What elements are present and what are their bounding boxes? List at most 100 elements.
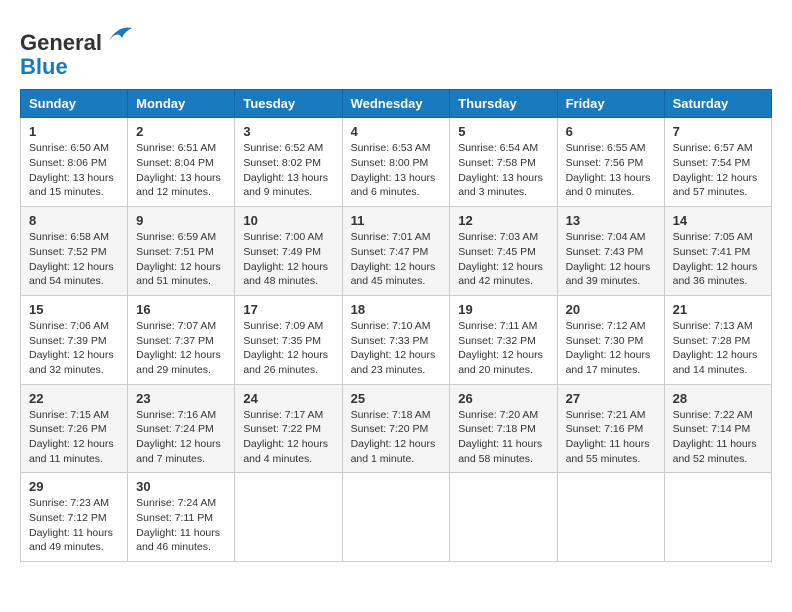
calendar-cell: 4 Sunrise: 6:53 AMSunset: 8:00 PMDayligh… bbox=[342, 118, 450, 207]
day-info: Sunrise: 7:17 AMSunset: 7:22 PMDaylight:… bbox=[243, 408, 333, 467]
day-info: Sunrise: 7:20 AMSunset: 7:18 PMDaylight:… bbox=[458, 408, 548, 467]
calendar-cell: 10 Sunrise: 7:00 AMSunset: 7:49 PMDaylig… bbox=[235, 207, 342, 296]
logo-blue: Blue bbox=[20, 54, 68, 79]
calendar-week-row: 22 Sunrise: 7:15 AMSunset: 7:26 PMDaylig… bbox=[21, 384, 772, 473]
calendar-cell: 26 Sunrise: 7:20 AMSunset: 7:18 PMDaylig… bbox=[450, 384, 557, 473]
day-number: 3 bbox=[243, 124, 333, 139]
day-number: 14 bbox=[673, 213, 763, 228]
day-number: 6 bbox=[566, 124, 656, 139]
day-info: Sunrise: 7:05 AMSunset: 7:41 PMDaylight:… bbox=[673, 230, 763, 289]
calendar-cell: 25 Sunrise: 7:18 AMSunset: 7:20 PMDaylig… bbox=[342, 384, 450, 473]
day-info: Sunrise: 7:07 AMSunset: 7:37 PMDaylight:… bbox=[136, 319, 226, 378]
calendar-cell: 24 Sunrise: 7:17 AMSunset: 7:22 PMDaylig… bbox=[235, 384, 342, 473]
calendar-cell: 13 Sunrise: 7:04 AMSunset: 7:43 PMDaylig… bbox=[557, 207, 664, 296]
day-info: Sunrise: 6:57 AMSunset: 7:54 PMDaylight:… bbox=[673, 141, 763, 200]
day-number: 7 bbox=[673, 124, 763, 139]
calendar-cell: 15 Sunrise: 7:06 AMSunset: 7:39 PMDaylig… bbox=[21, 295, 128, 384]
calendar-cell: 3 Sunrise: 6:52 AMSunset: 8:02 PMDayligh… bbox=[235, 118, 342, 207]
calendar-cell: 2 Sunrise: 6:51 AMSunset: 8:04 PMDayligh… bbox=[128, 118, 235, 207]
day-number: 15 bbox=[29, 302, 119, 317]
column-header-wednesday: Wednesday bbox=[342, 90, 450, 118]
day-number: 9 bbox=[136, 213, 226, 228]
calendar-cell: 20 Sunrise: 7:12 AMSunset: 7:30 PMDaylig… bbox=[557, 295, 664, 384]
day-info: Sunrise: 7:04 AMSunset: 7:43 PMDaylight:… bbox=[566, 230, 656, 289]
day-info: Sunrise: 6:53 AMSunset: 8:00 PMDaylight:… bbox=[351, 141, 442, 200]
calendar-cell: 7 Sunrise: 6:57 AMSunset: 7:54 PMDayligh… bbox=[664, 118, 771, 207]
column-header-saturday: Saturday bbox=[664, 90, 771, 118]
column-header-tuesday: Tuesday bbox=[235, 90, 342, 118]
day-info: Sunrise: 7:11 AMSunset: 7:32 PMDaylight:… bbox=[458, 319, 548, 378]
calendar-cell: 29 Sunrise: 7:23 AMSunset: 7:12 PMDaylig… bbox=[21, 473, 128, 562]
calendar-cell bbox=[342, 473, 450, 562]
calendar-cell bbox=[235, 473, 342, 562]
day-info: Sunrise: 7:24 AMSunset: 7:11 PMDaylight:… bbox=[136, 496, 226, 555]
day-info: Sunrise: 7:22 AMSunset: 7:14 PMDaylight:… bbox=[673, 408, 763, 467]
day-number: 21 bbox=[673, 302, 763, 317]
day-info: Sunrise: 6:51 AMSunset: 8:04 PMDaylight:… bbox=[136, 141, 226, 200]
logo: General Blue bbox=[20, 20, 134, 79]
calendar-cell: 17 Sunrise: 7:09 AMSunset: 7:35 PMDaylig… bbox=[235, 295, 342, 384]
day-info: Sunrise: 6:54 AMSunset: 7:58 PMDaylight:… bbox=[458, 141, 548, 200]
day-info: Sunrise: 7:00 AMSunset: 7:49 PMDaylight:… bbox=[243, 230, 333, 289]
calendar-cell: 19 Sunrise: 7:11 AMSunset: 7:32 PMDaylig… bbox=[450, 295, 557, 384]
calendar-cell: 30 Sunrise: 7:24 AMSunset: 7:11 PMDaylig… bbox=[128, 473, 235, 562]
day-number: 5 bbox=[458, 124, 548, 139]
day-number: 16 bbox=[136, 302, 226, 317]
column-header-sunday: Sunday bbox=[21, 90, 128, 118]
calendar-cell bbox=[557, 473, 664, 562]
calendar-cell bbox=[664, 473, 771, 562]
day-number: 1 bbox=[29, 124, 119, 139]
calendar-cell: 8 Sunrise: 6:58 AMSunset: 7:52 PMDayligh… bbox=[21, 207, 128, 296]
day-info: Sunrise: 7:12 AMSunset: 7:30 PMDaylight:… bbox=[566, 319, 656, 378]
day-number: 25 bbox=[351, 391, 442, 406]
calendar-header-row: SundayMondayTuesdayWednesdayThursdayFrid… bbox=[21, 90, 772, 118]
calendar-cell: 28 Sunrise: 7:22 AMSunset: 7:14 PMDaylig… bbox=[664, 384, 771, 473]
day-info: Sunrise: 7:16 AMSunset: 7:24 PMDaylight:… bbox=[136, 408, 226, 467]
calendar-cell: 23 Sunrise: 7:16 AMSunset: 7:24 PMDaylig… bbox=[128, 384, 235, 473]
logo-bird-icon bbox=[104, 20, 134, 50]
day-number: 10 bbox=[243, 213, 333, 228]
day-number: 24 bbox=[243, 391, 333, 406]
day-info: Sunrise: 6:52 AMSunset: 8:02 PMDaylight:… bbox=[243, 141, 333, 200]
calendar-cell: 9 Sunrise: 6:59 AMSunset: 7:51 PMDayligh… bbox=[128, 207, 235, 296]
day-info: Sunrise: 7:13 AMSunset: 7:28 PMDaylight:… bbox=[673, 319, 763, 378]
day-number: 30 bbox=[136, 479, 226, 494]
day-number: 23 bbox=[136, 391, 226, 406]
day-number: 8 bbox=[29, 213, 119, 228]
day-info: Sunrise: 7:15 AMSunset: 7:26 PMDaylight:… bbox=[29, 408, 119, 467]
day-number: 2 bbox=[136, 124, 226, 139]
day-info: Sunrise: 6:58 AMSunset: 7:52 PMDaylight:… bbox=[29, 230, 119, 289]
calendar-cell: 14 Sunrise: 7:05 AMSunset: 7:41 PMDaylig… bbox=[664, 207, 771, 296]
calendar-cell: 18 Sunrise: 7:10 AMSunset: 7:33 PMDaylig… bbox=[342, 295, 450, 384]
column-header-thursday: Thursday bbox=[450, 90, 557, 118]
calendar-cell: 22 Sunrise: 7:15 AMSunset: 7:26 PMDaylig… bbox=[21, 384, 128, 473]
calendar-week-row: 15 Sunrise: 7:06 AMSunset: 7:39 PMDaylig… bbox=[21, 295, 772, 384]
calendar-cell: 12 Sunrise: 7:03 AMSunset: 7:45 PMDaylig… bbox=[450, 207, 557, 296]
day-number: 12 bbox=[458, 213, 548, 228]
calendar-cell: 1 Sunrise: 6:50 AMSunset: 8:06 PMDayligh… bbox=[21, 118, 128, 207]
column-header-friday: Friday bbox=[557, 90, 664, 118]
day-info: Sunrise: 6:59 AMSunset: 7:51 PMDaylight:… bbox=[136, 230, 226, 289]
day-number: 4 bbox=[351, 124, 442, 139]
calendar-cell: 11 Sunrise: 7:01 AMSunset: 7:47 PMDaylig… bbox=[342, 207, 450, 296]
day-number: 22 bbox=[29, 391, 119, 406]
day-info: Sunrise: 6:50 AMSunset: 8:06 PMDaylight:… bbox=[29, 141, 119, 200]
calendar-week-row: 29 Sunrise: 7:23 AMSunset: 7:12 PMDaylig… bbox=[21, 473, 772, 562]
day-number: 27 bbox=[566, 391, 656, 406]
day-number: 13 bbox=[566, 213, 656, 228]
calendar-cell bbox=[450, 473, 557, 562]
logo-general: General bbox=[20, 30, 102, 55]
calendar-cell: 6 Sunrise: 6:55 AMSunset: 7:56 PMDayligh… bbox=[557, 118, 664, 207]
day-info: Sunrise: 7:18 AMSunset: 7:20 PMDaylight:… bbox=[351, 408, 442, 467]
day-number: 18 bbox=[351, 302, 442, 317]
calendar-week-row: 8 Sunrise: 6:58 AMSunset: 7:52 PMDayligh… bbox=[21, 207, 772, 296]
calendar-week-row: 1 Sunrise: 6:50 AMSunset: 8:06 PMDayligh… bbox=[21, 118, 772, 207]
day-info: Sunrise: 7:01 AMSunset: 7:47 PMDaylight:… bbox=[351, 230, 442, 289]
day-info: Sunrise: 7:10 AMSunset: 7:33 PMDaylight:… bbox=[351, 319, 442, 378]
calendar-cell: 16 Sunrise: 7:07 AMSunset: 7:37 PMDaylig… bbox=[128, 295, 235, 384]
day-number: 11 bbox=[351, 213, 442, 228]
day-number: 26 bbox=[458, 391, 548, 406]
page-header: General Blue bbox=[20, 20, 772, 79]
day-info: Sunrise: 7:09 AMSunset: 7:35 PMDaylight:… bbox=[243, 319, 333, 378]
column-header-monday: Monday bbox=[128, 90, 235, 118]
